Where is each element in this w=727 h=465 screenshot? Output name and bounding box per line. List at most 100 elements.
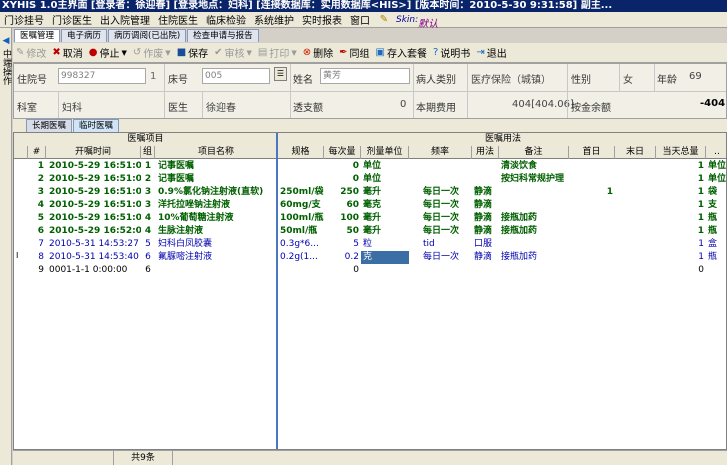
cell-time[interactable]: 2010-5-31 14:53:40 <box>46 251 141 264</box>
cell-note[interactable] <box>499 199 569 212</box>
cell-name[interactable]: 氟脲嘧注射液 <box>155 251 278 264</box>
group-button[interactable]: ✒ 同组 <box>336 44 372 62</box>
cell-total[interactable]: 1 <box>656 212 706 225</box>
cell-spec[interactable] <box>278 264 324 277</box>
table-row[interactable]: 1 2010-5-29 16:51:00 1 记事医嘱 0 单位 清淡饮食 1 单位 <box>14 160 726 173</box>
cell-total[interactable]: 1 <box>656 199 706 212</box>
cell-more[interactable]: 单位 <box>706 173 726 186</box>
cell-more[interactable]: 支 <box>706 199 726 212</box>
col-more[interactable]: .. <box>706 146 726 159</box>
cell-name[interactable]: 记事医嘱 <box>155 173 278 186</box>
print-button[interactable]: ▤ 打印 ▼ <box>255 44 300 62</box>
cell-total[interactable]: 0 <box>656 264 706 277</box>
cell-usage[interactable] <box>472 160 499 173</box>
cell-freq[interactable]: 每日一次 <box>409 199 472 212</box>
cell-freq[interactable]: 每日一次 <box>409 186 472 199</box>
cell-name[interactable] <box>155 264 278 277</box>
cell-no[interactable]: 4 <box>28 199 46 212</box>
cell-spec[interactable] <box>278 160 324 173</box>
cell-last[interactable] <box>615 160 656 173</box>
cell-first[interactable] <box>569 238 615 251</box>
cell-first[interactable] <box>569 212 615 225</box>
cell-first[interactable] <box>569 160 615 173</box>
cell-qty[interactable]: 250 <box>324 186 361 199</box>
cell-freq[interactable]: 每日一次 <box>409 212 472 225</box>
cell-no[interactable]: 7 <box>28 238 46 251</box>
stop-button[interactable]: ● 停止 ▼ <box>86 44 130 62</box>
cell-spec[interactable]: 50ml/瓶 <box>278 225 324 238</box>
cell-total[interactable]: 1 <box>656 251 706 264</box>
cell-unit[interactable]: 毫克 <box>361 199 409 212</box>
cell-qty[interactable]: 0 <box>324 173 361 186</box>
cell-total[interactable]: 1 <box>656 186 706 199</box>
col-time[interactable]: 开嘱时间 <box>46 146 141 159</box>
cell-grp[interactable]: 3 <box>141 186 155 199</box>
cell-first[interactable] <box>569 251 615 264</box>
cell-more[interactable] <box>706 264 726 277</box>
tab-temporary-orders[interactable]: 临时医嘱 <box>73 119 120 132</box>
cell-note[interactable]: 接瓶加药 <box>499 251 569 264</box>
cell-no[interactable]: 6 <box>28 225 46 238</box>
cell-spec[interactable] <box>278 173 324 186</box>
cell-qty[interactable]: 100 <box>324 212 361 225</box>
cell-time[interactable]: 2010-5-31 14:53:27 <box>46 238 141 251</box>
col-day-total[interactable]: 当天总量 <box>656 146 706 159</box>
cell-usage[interactable] <box>472 173 499 186</box>
cell-unit[interactable]: 毫升 <box>361 225 409 238</box>
cell-last[interactable] <box>615 199 656 212</box>
col-note[interactable]: 备注 <box>499 146 569 159</box>
menu-window[interactable]: 窗口 <box>346 12 374 27</box>
cell-grp[interactable]: 5 <box>141 238 155 251</box>
cell-last[interactable] <box>615 186 656 199</box>
cell-time[interactable]: 2010-5-29 16:51:00 <box>46 199 141 212</box>
cell-no[interactable]: 8 <box>28 251 46 264</box>
cell-name[interactable]: 生脉注射液 <box>155 225 278 238</box>
cell-more[interactable]: 盒 <box>706 238 726 251</box>
cell-last[interactable] <box>615 251 656 264</box>
cell-usage[interactable]: 口服 <box>472 238 499 251</box>
cell-usage[interactable]: 静滴 <box>472 199 499 212</box>
col-unit[interactable]: 剂量单位 <box>361 146 409 159</box>
cell-no[interactable]: 1 <box>28 160 46 173</box>
col-freq[interactable]: 频率 <box>409 146 472 159</box>
cell-usage[interactable] <box>472 264 499 277</box>
col-qty[interactable]: 每次量 <box>324 146 361 159</box>
cell-note[interactable] <box>499 186 569 199</box>
menu-admission-management[interactable]: 出入院管理 <box>96 12 154 27</box>
cell-grp[interactable]: 1 <box>141 160 155 173</box>
name-field[interactable]: 黄芳 <box>320 68 410 84</box>
menu-system-maintenance[interactable]: 系统维护 <box>250 12 298 27</box>
cell-qty[interactable]: 50 <box>324 225 361 238</box>
grid-frozen-splitter[interactable] <box>276 133 278 449</box>
cell-time[interactable]: 0001-1-1 0:00:00 <box>46 264 141 277</box>
inpatient-no-field[interactable]: 998327 <box>58 68 146 84</box>
cell-first[interactable] <box>569 264 615 277</box>
cell-last[interactable] <box>615 264 656 277</box>
orders-grid[interactable]: 医嘱项目 医嘱用法 # 开嘱时间 组 项目名称 规格 每次量 剂量单位 频率 用… <box>13 132 727 450</box>
modify-button[interactable]: ✎ 修改 <box>13 44 49 62</box>
col-no[interactable]: # <box>28 146 46 159</box>
cell-last[interactable] <box>615 225 656 238</box>
cell-freq[interactable] <box>409 160 472 173</box>
cell-total[interactable]: 1 <box>656 238 706 251</box>
review-button[interactable]: ✔ 审核 ▼ <box>211 44 255 62</box>
cell-unit[interactable]: 毫升 <box>361 212 409 225</box>
cell-qty[interactable]: 0.2 <box>324 251 361 264</box>
cell-freq[interactable] <box>409 264 472 277</box>
exit-button[interactable]: ⇥ 退出 <box>473 44 509 62</box>
cell-unit[interactable]: 克 <box>361 251 409 264</box>
cell-no[interactable]: 9 <box>28 264 46 277</box>
cell-more[interactable]: 瓶 <box>706 212 726 225</box>
cell-freq[interactable]: 每日一次 <box>409 251 472 264</box>
void-button[interactable]: ↺ 作废 ▼ <box>130 44 174 62</box>
cell-grp[interactable]: 6 <box>141 251 155 264</box>
cell-more[interactable]: 单位 <box>706 160 726 173</box>
cell-usage[interactable]: 静滴 <box>472 212 499 225</box>
menu-inpatient-doctor[interactable]: 住院医生 <box>154 12 202 27</box>
col-usage[interactable]: 用法 <box>472 146 499 159</box>
col-last-day[interactable]: 末日 <box>615 146 656 159</box>
cell-freq[interactable]: tid <box>409 238 472 251</box>
col-item-name[interactable]: 项目名称 <box>155 146 278 159</box>
cell-last[interactable] <box>615 173 656 186</box>
cell-spec[interactable]: 250ml/袋 <box>278 186 324 199</box>
